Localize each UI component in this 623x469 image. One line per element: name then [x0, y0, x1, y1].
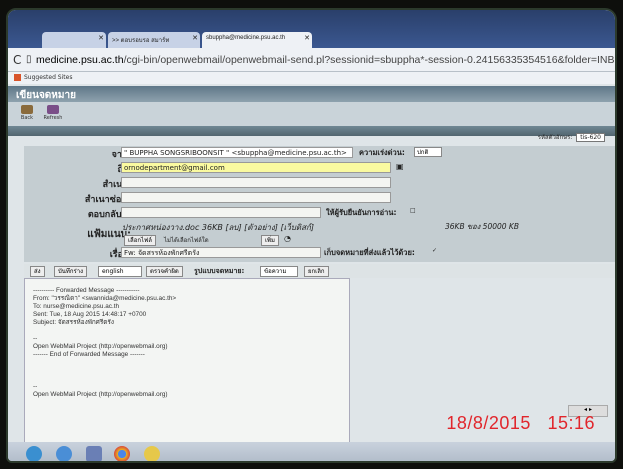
- to-row: ถึง: ornodepartment@gmail.com ▣: [24, 161, 615, 175]
- browser-tab[interactable]: ✕: [42, 32, 106, 48]
- bookmark-suggested-sites[interactable]: Suggested Sites: [24, 74, 72, 81]
- ie-icon[interactable]: [56, 446, 72, 461]
- camera-timestamp: 18/8/2015 15:16: [446, 413, 595, 433]
- back-icon: [21, 105, 33, 114]
- body-line: ------- End of Forwarded Message -------: [33, 351, 145, 358]
- body-line: --: [33, 383, 38, 390]
- subject-field[interactable]: Fw: จัดสรรห้องพักศรีตรัง: [121, 247, 321, 258]
- address-book-icon[interactable]: ▣: [396, 162, 404, 171]
- media-player-icon[interactable]: [86, 446, 102, 461]
- refresh-button[interactable]: Refresh: [42, 105, 64, 124]
- taskbar: [8, 442, 615, 461]
- body-line: [33, 327, 341, 335]
- language-select[interactable]: english: [98, 266, 142, 277]
- webmail-toolbar: Back Refresh: [8, 102, 615, 126]
- close-icon[interactable]: ✕: [98, 34, 104, 42]
- close-icon[interactable]: ✕: [192, 34, 198, 42]
- bcc-row: สำเนาซ่อน:: [24, 191, 615, 205]
- browser-tab-active[interactable]: sbuppha@medicine.psu.ac.th ✕: [202, 32, 312, 48]
- url-input[interactable]: medicine.psu.ac.th/cgi-bin/openwebmail/o…: [36, 52, 615, 68]
- browser-tab[interactable]: >> ตอบรอบรอ สมาร์ท ✕: [108, 32, 200, 48]
- body-line: --: [33, 335, 38, 342]
- chrome-icon[interactable]: [114, 446, 130, 461]
- browser-tab-bar: ✕ >> ตอบรอบรอ สมาร์ท ✕ sbuppha@medicine.p…: [8, 10, 615, 48]
- page-icon: ▯: [26, 54, 32, 65]
- save-sent-checkbox[interactable]: ✓: [432, 247, 437, 254]
- body-line: From: "วรรณิดา" <swannida@medicine.psu.a…: [33, 295, 177, 302]
- format-select[interactable]: ข้อความ: [260, 266, 298, 277]
- compose-form: จาก: " BUPPHA SONGSRIBOONSIT " <sbuppha@…: [24, 146, 615, 262]
- body-line: Open WebMail Project (http://openwebmail…: [33, 391, 168, 398]
- close-icon[interactable]: ✕: [304, 34, 310, 42]
- no-file-text: ไม่ได้เลือกไฟล์ใด: [164, 237, 209, 244]
- app-icon[interactable]: [144, 446, 160, 461]
- monitor-screen: ✕ >> ตอบรอบรอ สมาร์ท ✕ sbuppha@medicine.p…: [6, 8, 617, 463]
- to-field[interactable]: ornodepartment@gmail.com: [121, 162, 391, 173]
- body-line: Open WebMail Project (http://openwebmail…: [33, 343, 168, 350]
- add-attachment-button[interactable]: เพิ่ม: [261, 235, 279, 246]
- message-body-editor[interactable]: ---------- Forwarded Message -----------…: [24, 278, 350, 454]
- body-line: Subject: จัดสรรห้องพักศรีตรัง: [33, 319, 114, 326]
- save-draft-button[interactable]: บันทึกร่าง: [54, 266, 88, 277]
- cc-field[interactable]: [121, 177, 391, 188]
- spellcheck-button[interactable]: ตรวจคำผิด: [146, 266, 183, 277]
- charset-select[interactable]: tis-620: [576, 133, 605, 142]
- reply-to-row: ตอบกลับที่: ให้ผู้รับยืนยันการอ่าน: □: [87, 207, 416, 220]
- body-line: To: nurse@medicine.psu.ac.th: [33, 303, 120, 310]
- refresh-icon: [47, 105, 59, 114]
- editor-toolbar: ส่ง บันทึกร่าง english ตรวจคำผิด รูปแบบจ…: [24, 264, 615, 278]
- reload-icon[interactable]: C: [13, 53, 21, 67]
- body-line: ---------- Forwarded Message -----------: [33, 287, 140, 294]
- cc-row: สำเนา:: [24, 176, 615, 190]
- subject-row: เรื่อง: Fw: จัดสรรห้องพักศรีตรัง เก็บจดห…: [24, 246, 615, 260]
- attachment-row: แฟ้มแนบ: ประกาศหน่องวาง.doc 36KB [ลบ] [ต…: [87, 221, 519, 246]
- send-button[interactable]: ส่ง: [30, 266, 45, 277]
- bookmark-icon: [14, 74, 21, 81]
- body-line: [33, 359, 341, 367]
- from-select[interactable]: " BUPPHA SONGSRIBOONSIT " <sbuppha@medic…: [121, 147, 353, 158]
- attachment-file[interactable]: ประกาศหน่องวาง.doc 36KB [ลบ] [ตัวอย่าง] …: [122, 221, 314, 234]
- back-button[interactable]: Back: [16, 105, 38, 124]
- choose-file-button[interactable]: เลือกไฟล์: [124, 235, 156, 246]
- cancel-button[interactable]: ยกเลิก: [304, 266, 329, 277]
- header-band: [8, 126, 615, 136]
- attachment-size: 36KB ของ 50000 KB: [445, 222, 519, 231]
- priority-select[interactable]: ปกติ: [414, 147, 442, 157]
- page-title: เขียนจดหมาย: [8, 86, 615, 102]
- address-bar: C ▯ medicine.psu.ac.th/cgi-bin/openwebma…: [8, 48, 615, 72]
- bookmarks-bar: Suggested Sites: [8, 72, 615, 84]
- start-icon[interactable]: [26, 446, 42, 461]
- charset-selector: รหัสตัวอักษร: tis-620: [538, 132, 605, 142]
- from-row: จาก: " BUPPHA SONGSRIBOONSIT " <sbuppha@…: [24, 146, 615, 160]
- webdisk-icon[interactable]: ◔: [284, 234, 291, 243]
- body-line: [33, 367, 341, 375]
- body-line: Sent: Tue, 18 Aug 2015 14:48:17 +0700: [33, 311, 147, 318]
- reply-to-field[interactable]: [121, 207, 321, 218]
- bcc-field[interactable]: [121, 192, 391, 203]
- receipt-checkbox[interactable]: □: [410, 207, 416, 214]
- body-line: [33, 375, 341, 383]
